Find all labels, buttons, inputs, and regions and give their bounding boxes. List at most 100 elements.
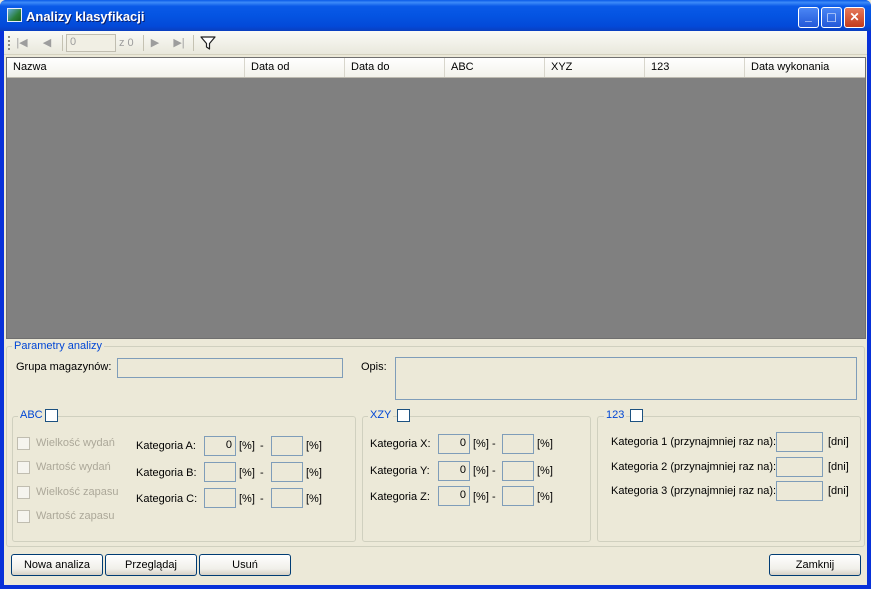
toolbar-separator xyxy=(62,35,63,51)
category-c-to-unit-label: [%] xyxy=(306,493,322,505)
category-c-unit-label: [%] xyxy=(239,493,255,505)
record-position-input[interactable]: 0 xyxy=(66,34,116,52)
category-2-unit-label: [dni] xyxy=(828,461,849,473)
abc-stock-quantity-checkbox[interactable] xyxy=(17,486,30,499)
category-y-from-field[interactable]: 0 xyxy=(438,461,470,481)
category-c-to-field[interactable] xyxy=(271,488,303,508)
abc-enable-checkbox[interactable] xyxy=(45,409,58,422)
minimize-button[interactable]: _ xyxy=(798,7,819,28)
category-b-to-unit-label: [%] xyxy=(306,467,322,479)
analysis-parameters-legend: Parametry analizy xyxy=(12,340,105,352)
category-a-label: Kategoria A: xyxy=(136,440,196,452)
category-1-unit-label: [dni] xyxy=(828,436,849,448)
category-x-to-unit-label: [%] xyxy=(537,438,553,450)
column-header-data-do[interactable]: Data do xyxy=(345,58,445,77)
category-x-unit-label: [%] xyxy=(473,438,489,450)
category-y-to-unit-label: [%] xyxy=(537,465,553,477)
category-b-dash: - xyxy=(260,467,264,479)
category-3-unit-label: [dni] xyxy=(828,485,849,497)
category-2-days-field[interactable] xyxy=(776,457,823,477)
abc-issue-value-checkbox[interactable] xyxy=(17,461,30,474)
close-window-button[interactable]: ✕ xyxy=(844,7,865,28)
grid-header: Nazwa Data od Data do ABC XYZ 123 Data w… xyxy=(7,58,865,78)
category-z-from-field[interactable]: 0 xyxy=(438,486,470,506)
category-b-unit-label: [%] xyxy=(239,467,255,479)
category-y-to-field[interactable] xyxy=(502,461,534,481)
next-record-icon[interactable]: ▶ xyxy=(148,36,162,50)
column-header-123[interactable]: 123 xyxy=(645,58,745,77)
xzy-group xyxy=(362,416,591,542)
previous-record-icon[interactable]: ◀ xyxy=(40,36,54,50)
description-field[interactable] xyxy=(395,357,857,400)
category-a-to-field[interactable] xyxy=(271,436,303,456)
navigation-toolbar: |◀ ◀ 0 z 0 ▶ ▶| xyxy=(4,31,867,55)
category-z-to-field[interactable] xyxy=(502,486,534,506)
column-header-xyz[interactable]: XYZ xyxy=(545,58,645,77)
category-z-label: Kategoria Z: xyxy=(370,491,430,503)
category-x-to-field[interactable] xyxy=(502,434,534,454)
maximize-button[interactable]: □ xyxy=(821,7,842,28)
k123-legend: 123 xyxy=(604,409,627,421)
category-z-to-unit-label: [%] xyxy=(537,491,553,503)
toolbar-separator xyxy=(193,35,194,51)
abc-group xyxy=(12,416,356,542)
category-1-days-field[interactable] xyxy=(776,432,823,452)
category-x-from-field[interactable]: 0 xyxy=(438,434,470,454)
column-header-nazwa[interactable]: Nazwa xyxy=(7,58,245,77)
new-analysis-button[interactable]: Nowa analiza xyxy=(11,554,103,576)
k123-enable-checkbox[interactable] xyxy=(630,409,643,422)
category-b-label: Kategoria B: xyxy=(136,467,197,479)
toolbar-separator xyxy=(143,35,144,51)
column-header-abc[interactable]: ABC xyxy=(445,58,545,77)
category-a-from-field[interactable]: 0 xyxy=(204,436,236,456)
abc-issue-quantity-label: Wielkość wydań xyxy=(36,437,115,449)
toolbar-grip[interactable] xyxy=(8,36,10,50)
xzy-legend: XZY xyxy=(368,409,394,421)
category-z-unit-label: [%] xyxy=(473,491,489,503)
category-x-dash: - xyxy=(492,438,496,450)
abc-issue-value-label: Wartość wydań xyxy=(36,461,111,473)
category-3-days-field[interactable] xyxy=(776,481,823,501)
abc-stock-quantity-label: Wielkość zapasu xyxy=(36,486,119,498)
app-window: Analizy klasyfikacji _ □ ✕ |◀ ◀ 0 z 0 ▶ … xyxy=(0,0,871,589)
category-y-dash: - xyxy=(492,465,496,477)
close-icon: ✕ xyxy=(849,10,860,24)
category-a-to-unit-label: [%] xyxy=(306,440,322,452)
maximize-icon: □ xyxy=(827,9,836,25)
first-record-icon[interactable]: |◀ xyxy=(15,36,29,50)
chart-app-icon xyxy=(7,8,22,22)
xzy-enable-checkbox[interactable] xyxy=(397,409,410,422)
category-c-from-field[interactable] xyxy=(204,488,236,508)
browse-button[interactable]: Przeglądaj xyxy=(105,554,197,576)
description-label: Opis: xyxy=(361,361,387,373)
abc-legend: ABC xyxy=(18,409,45,421)
category-b-from-field[interactable] xyxy=(204,462,236,482)
column-header-data-wykonania[interactable]: Data wykonania xyxy=(745,58,863,77)
category-y-label: Kategoria Y: xyxy=(370,465,430,477)
category-b-to-field[interactable] xyxy=(271,462,303,482)
record-count-label: z 0 xyxy=(119,37,134,49)
category-3-label: Kategoria 3 (przynajmniej raz na): xyxy=(611,485,777,497)
category-y-unit-label: [%] xyxy=(473,465,489,477)
warehouse-group-field[interactable] xyxy=(117,358,343,378)
column-header-data-od[interactable]: Data od xyxy=(245,58,345,77)
category-x-label: Kategoria X: xyxy=(370,438,431,450)
abc-issue-quantity-checkbox[interactable] xyxy=(17,437,30,450)
category-2-label: Kategoria 2 (przynajmniej raz na): xyxy=(611,461,777,473)
minimize-icon: _ xyxy=(805,9,812,23)
window-title: Analizy klasyfikacji xyxy=(26,9,145,24)
window-client-area: |◀ ◀ 0 z 0 ▶ ▶| Nazwa Data od Data do AB… xyxy=(4,31,867,585)
category-c-label: Kategoria C: xyxy=(136,493,198,505)
delete-button[interactable]: Usuń xyxy=(199,554,291,576)
close-button[interactable]: Zamknij xyxy=(769,554,861,576)
last-record-icon[interactable]: ▶| xyxy=(172,36,186,50)
abc-stock-value-label: Wartość zapasu xyxy=(36,510,115,522)
analysis-grid[interactable]: Nazwa Data od Data do ABC XYZ 123 Data w… xyxy=(6,57,866,339)
category-c-dash: - xyxy=(260,493,264,505)
title-bar[interactable]: Analizy klasyfikacji _ □ ✕ xyxy=(0,0,871,31)
abc-stock-value-checkbox[interactable] xyxy=(17,510,30,523)
category-1-label: Kategoria 1 (przynajmniej raz na): xyxy=(611,436,777,448)
category-a-dash: - xyxy=(260,440,264,452)
filter-icon[interactable] xyxy=(200,35,216,51)
warehouse-group-label: Grupa magazynów: xyxy=(16,361,112,373)
